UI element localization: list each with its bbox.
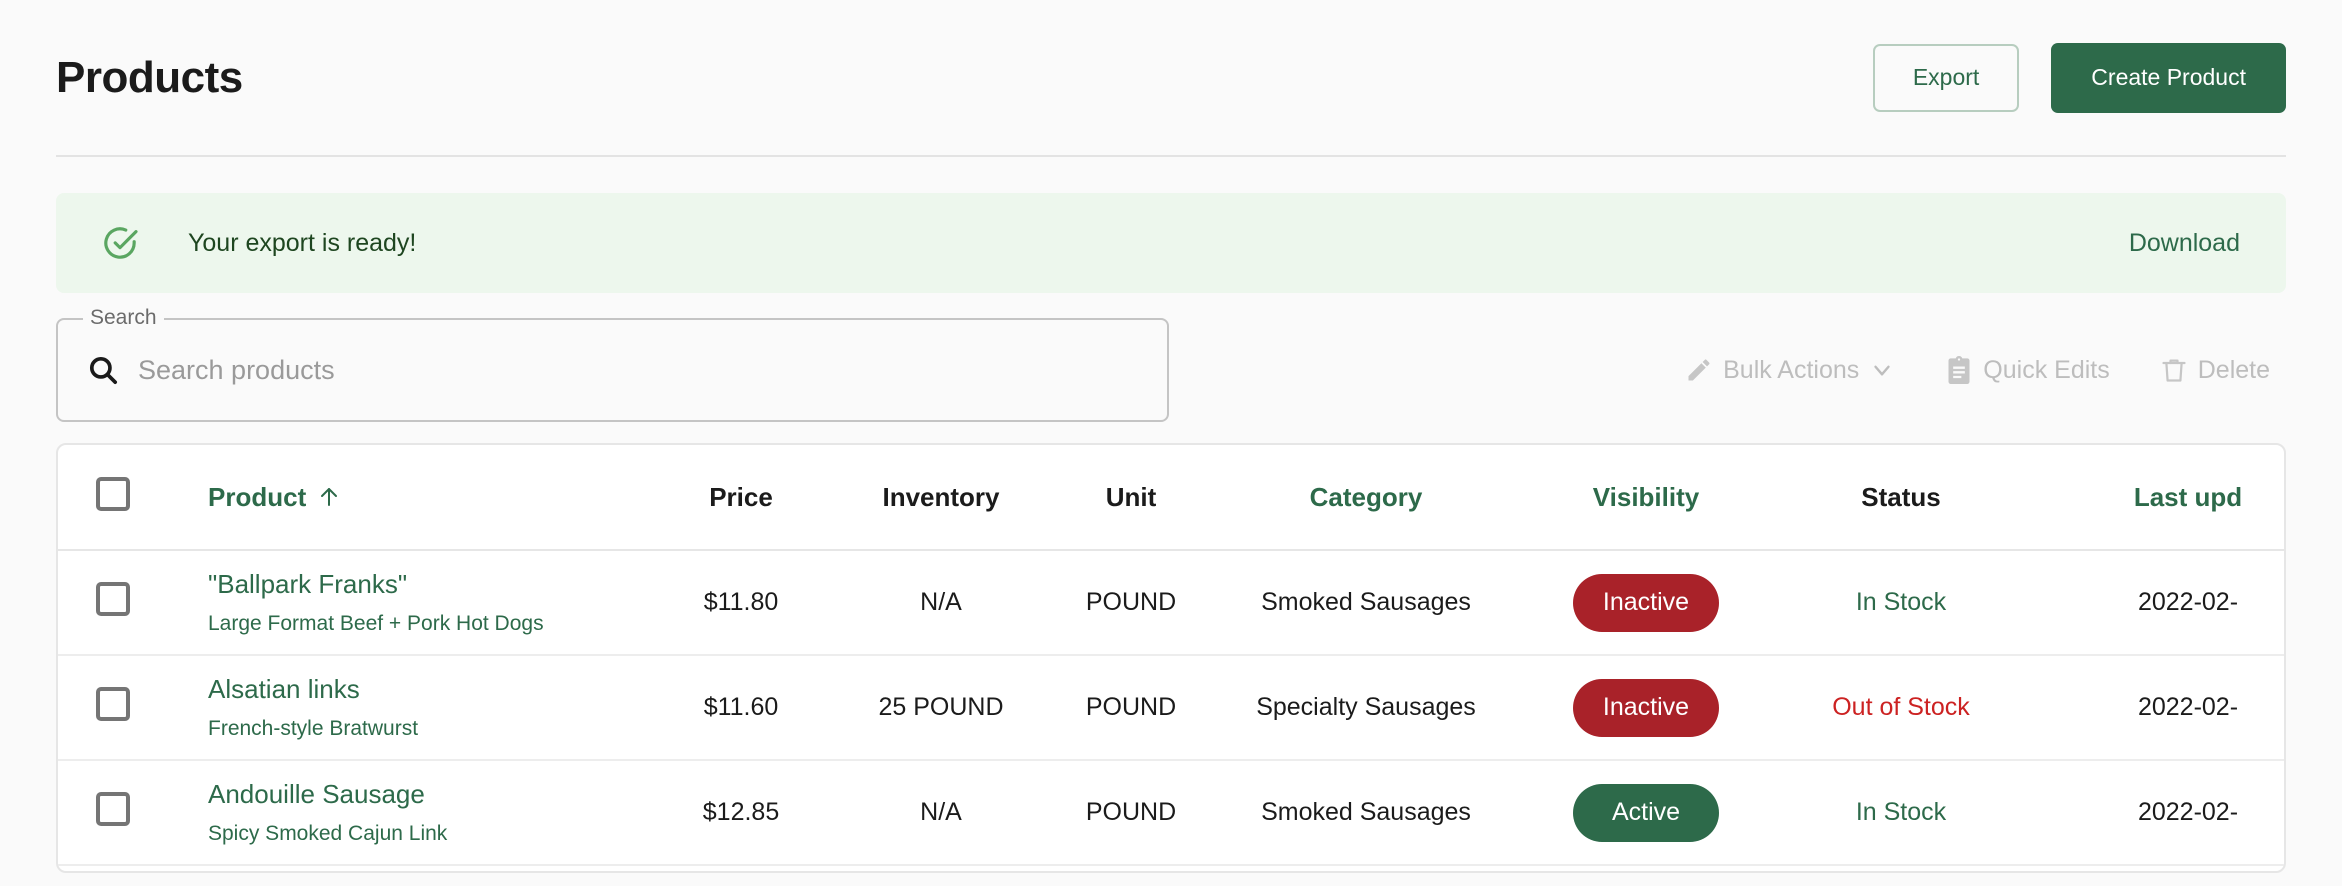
row-checkbox[interactable] xyxy=(96,792,130,826)
download-link[interactable]: Download xyxy=(2129,229,2240,258)
bulk-actions-label: Bulk Actions xyxy=(1723,355,1860,384)
column-header-visibility[interactable]: Visibility xyxy=(1516,445,1776,551)
table-row[interactable]: Andouille Sausage Spicy Smoked Cajun Lin… xyxy=(58,760,2284,865)
product-cell: Alsatian links French-style Bratwurst xyxy=(170,655,646,760)
search-icon xyxy=(86,353,120,387)
last-updated-cell: 2022-02- xyxy=(2137,588,2239,616)
products-table: Product Price Inventory Unit Category Vi… xyxy=(58,445,2284,866)
unit-cell: POUND xyxy=(1085,588,1177,616)
column-header-price[interactable]: Price xyxy=(646,445,836,551)
visibility-badge[interactable]: Inactive xyxy=(1573,573,1719,632)
column-header-category[interactable]: Category xyxy=(1216,445,1516,551)
status-cell: In Stock xyxy=(1855,798,1947,826)
inventory-cell: N/A xyxy=(920,588,962,616)
column-header-product[interactable]: Product xyxy=(170,445,646,551)
quick-edits-label: Quick Edits xyxy=(1983,355,2110,384)
page-title: Products xyxy=(56,52,243,102)
products-table-card: Product Price Inventory Unit Category Vi… xyxy=(56,443,2286,873)
last-updated-cell: 2022-02- xyxy=(2137,693,2239,721)
products-page: Products Export Create Product Your expo… xyxy=(0,0,2342,886)
last-updated-cell: 2022-02- xyxy=(2137,798,2239,826)
select-all-checkbox[interactable] xyxy=(96,476,130,511)
category-cell: Smoked Sausages xyxy=(1261,798,1471,826)
quick-edits-button[interactable]: Quick Edits xyxy=(1945,355,2110,384)
delete-button[interactable]: Delete xyxy=(2160,356,2270,384)
chevron-down-icon xyxy=(1869,357,1895,383)
column-header-inventory[interactable]: Inventory xyxy=(836,445,1046,551)
visibility-badge[interactable]: Active xyxy=(1573,783,1719,842)
table-toolbar: Search Bulk Actions xyxy=(56,305,2286,425)
price-cell: $11.60 xyxy=(703,693,779,721)
category-cell: Specialty Sausages xyxy=(1256,693,1476,721)
category-cell: Smoked Sausages xyxy=(1261,588,1471,616)
toolbar-actions: Bulk Actions Quick Edits Delete xyxy=(1685,356,2286,384)
export-button[interactable]: Export xyxy=(1872,43,2020,112)
visibility-cell: Inactive xyxy=(1516,550,1776,655)
check-circle-icon xyxy=(100,223,140,263)
export-ready-alert: Your export is ready! Download xyxy=(56,193,2286,293)
row-select-cell xyxy=(58,655,170,760)
visibility-cell: Inactive xyxy=(1516,655,1776,760)
product-cell: Andouille Sausage Spicy Smoked Cajun Lin… xyxy=(170,760,646,865)
product-subtitle: Large Format Beef + Pork Hot Dogs xyxy=(208,611,544,635)
product-cell: "Ballpark Franks" Large Format Beef + Po… xyxy=(170,550,646,655)
table-header-row: Product Price Inventory Unit Category Vi… xyxy=(58,445,2284,551)
column-header-product-label: Product xyxy=(208,481,307,512)
product-subtitle: Spicy Smoked Cajun Link xyxy=(208,821,448,845)
inventory-cell: 25 POUND xyxy=(878,693,1004,721)
delete-label: Delete xyxy=(2197,355,2270,384)
search-field[interactable]: Search xyxy=(56,305,1169,422)
status-cell: In Stock xyxy=(1855,588,1947,616)
product-name-link[interactable]: "Ballpark Franks" xyxy=(208,570,646,599)
unit-cell: POUND xyxy=(1085,693,1177,721)
table-row[interactable]: Alsatian links French-style Bratwurst $1… xyxy=(58,655,2284,760)
clipboard-icon xyxy=(1945,356,1973,384)
row-select-cell xyxy=(58,760,170,865)
visibility-badge[interactable]: Inactive xyxy=(1573,678,1719,737)
select-all-cell xyxy=(58,445,170,551)
pencil-icon xyxy=(1685,356,1713,384)
alert-message: Your export is ready! xyxy=(188,228,417,257)
price-cell: $12.85 xyxy=(702,798,780,826)
table-body: "Ballpark Franks" Large Format Beef + Po… xyxy=(58,550,2284,865)
trash-icon xyxy=(2160,356,2188,384)
unit-cell: POUND xyxy=(1085,798,1177,826)
column-header-unit[interactable]: Unit xyxy=(1046,445,1216,551)
page-header: Products Export Create Product xyxy=(56,0,2286,157)
row-select-cell xyxy=(58,550,170,655)
inventory-cell: N/A xyxy=(920,798,962,826)
product-name-link[interactable]: Andouille Sausage xyxy=(208,780,646,809)
visibility-cell: Active xyxy=(1516,760,1776,865)
product-name-link[interactable]: Alsatian links xyxy=(208,675,646,704)
create-product-button[interactable]: Create Product xyxy=(2051,42,2286,113)
arrow-up-icon xyxy=(317,485,341,509)
table-header: Product Price Inventory Unit Category Vi… xyxy=(58,445,2284,551)
header-actions: Export Create Product xyxy=(1872,42,2286,113)
search-input[interactable] xyxy=(138,354,1139,386)
price-cell: $11.80 xyxy=(703,588,779,616)
column-header-last-updated[interactable]: Last upd xyxy=(2026,445,2284,551)
product-subtitle: French-style Bratwurst xyxy=(208,716,419,740)
row-checkbox[interactable] xyxy=(96,582,130,616)
table-row[interactable]: "Ballpark Franks" Large Format Beef + Po… xyxy=(58,550,2284,655)
bulk-actions-button[interactable]: Bulk Actions xyxy=(1685,356,1895,384)
column-header-status[interactable]: Status xyxy=(1776,445,2026,551)
status-cell: Out of Stock xyxy=(1832,693,1970,721)
row-checkbox[interactable] xyxy=(96,687,130,721)
